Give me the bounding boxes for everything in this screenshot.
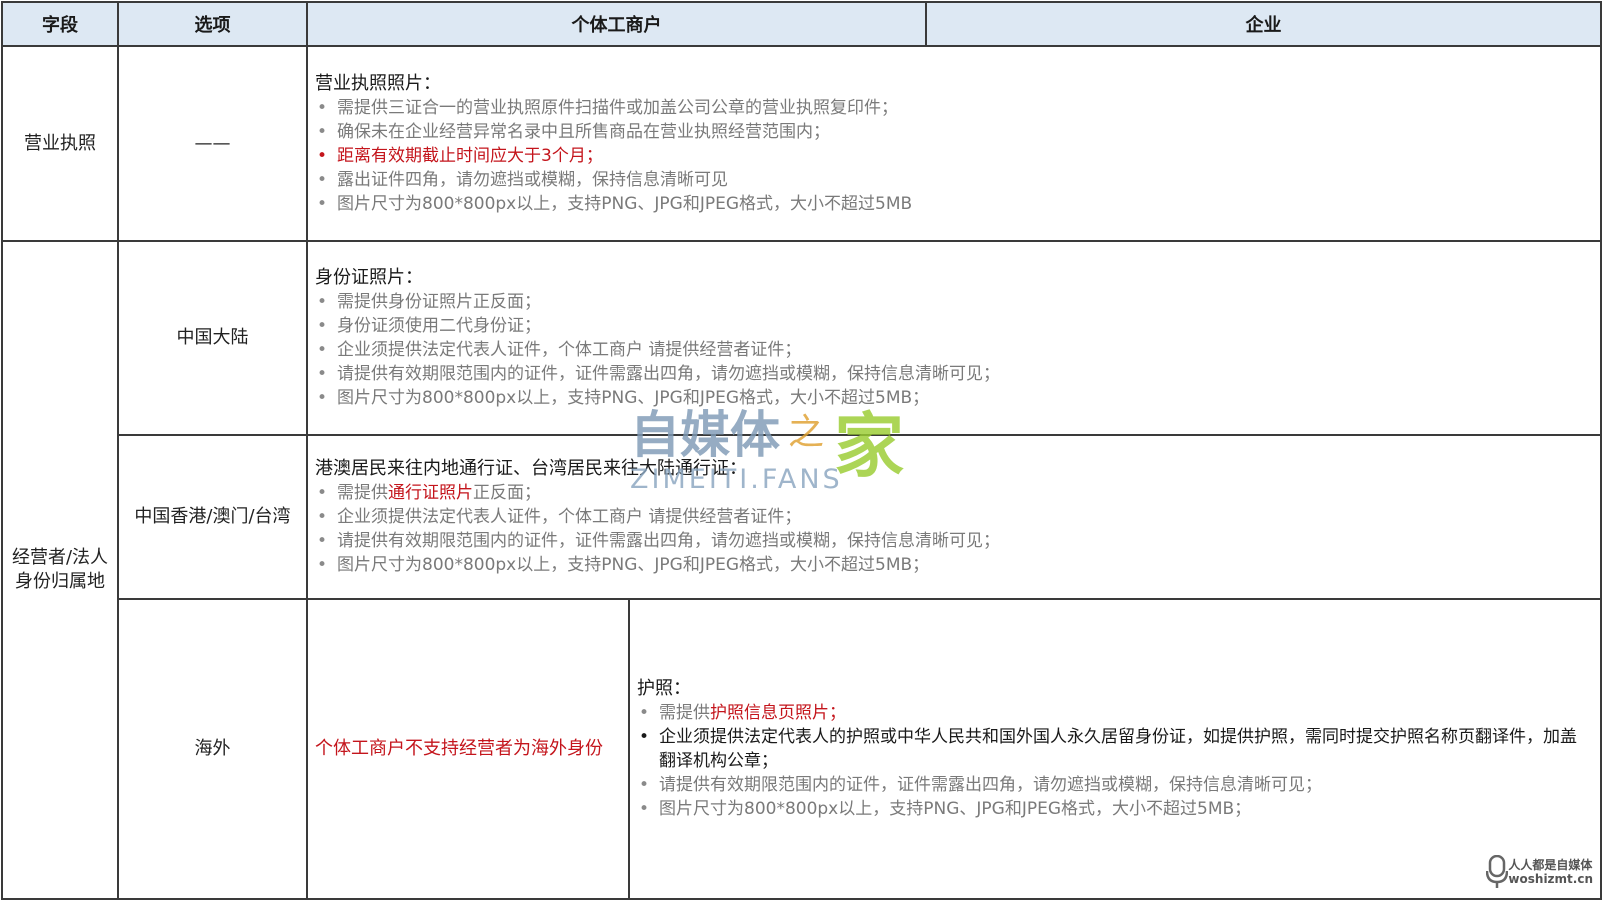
- list-item: 需提供身份证照片正反面；: [315, 290, 1592, 314]
- requirement-list: 需提供护照信息页照片； 企业须提供法定代表人的护照或中华人民共和国外国人永久居留…: [637, 701, 1592, 821]
- field-identity-location: 经营者/法人身份归属地: [1, 240, 119, 900]
- list-item: 图片尺寸为800*800px以上，支持PNG、JPG和JPEG格式，大小不超过5…: [315, 192, 1592, 216]
- list-item: 露出证件四角，请勿遮挡或模糊，保持信息清晰可见: [315, 168, 1592, 192]
- header-field: 字段: [1, 1, 119, 47]
- list-item-pre: 需提供: [659, 703, 710, 723]
- individual-not-supported-notice: 个体工商户不支持经营者为海外身份: [315, 738, 603, 759]
- list-item: 图片尺寸为800*800px以上，支持PNG、JPG和JPEG格式，大小不超过5…: [315, 553, 1592, 577]
- list-item-highlight: 通行证照片: [388, 483, 473, 503]
- list-item-post: 正反面；: [473, 483, 541, 503]
- list-item: 请提供有效期限范围内的证件，证件需露出四角，请勿遮挡或模糊，保持信息清晰可见；: [315, 529, 1592, 553]
- field-business-license: 营业执照: [1, 45, 119, 242]
- list-item: 图片尺寸为800*800px以上，支持PNG、JPG和JPEG格式，大小不超过5…: [315, 386, 1592, 410]
- list-item: 确保未在企业经营异常名录中且所售商品在营业执照经营范围内；: [315, 120, 1592, 144]
- requirement-list: 需提供通行证照片正反面； 企业须提供法定代表人证件，个体工商户 请提供经营者证件…: [315, 481, 1592, 577]
- content-overseas-enterprise: 护照： 需提供护照信息页照片； 企业须提供法定代表人的护照或中华人民共和国外国人…: [628, 598, 1602, 900]
- row-mainland: 经营者/法人身份归属地 中国大陆 身份证照片： 需提供身份证照片正反面； 身份证…: [1, 240, 1602, 900]
- list-item: 图片尺寸为800*800px以上，支持PNG、JPG和JPEG格式，大小不超过5…: [637, 797, 1592, 821]
- list-item: 企业须提供法定代表人证件，个体工商户 请提供经营者证件；: [315, 338, 1592, 362]
- row-hmt: 中国香港/澳门/台湾 港澳居民来往内地通行证、台湾居民来往大陆通行证： 需提供通…: [2, 434, 1602, 600]
- header-individual: 个体工商户: [306, 1, 927, 47]
- list-item: 请提供有效期限范围内的证件，证件需露出四角，请勿遮挡或模糊，保持信息清晰可见；: [315, 362, 1592, 386]
- list-item: 企业须提供法定代表人证件，个体工商户 请提供经营者证件；: [315, 505, 1592, 529]
- row-business-license: 营业执照 —— 营业执照照片： 需提供三证合一的营业执照原件扫描件或加盖公司公章…: [1, 45, 1602, 242]
- header-enterprise: 企业: [925, 1, 1602, 47]
- option-hmt: 中国香港/澳门/台湾: [117, 434, 308, 600]
- content-title: 身份证照片：: [315, 267, 423, 288]
- header-option: 选项: [117, 1, 308, 47]
- requirement-list: 需提供身份证照片正反面； 身份证须使用二代身份证； 企业须提供法定代表人证件，个…: [315, 290, 1592, 410]
- content-overseas-individual: 个体工商户不支持经营者为海外身份: [306, 598, 630, 900]
- content-title: 营业执照照片：: [315, 72, 441, 94]
- list-item: 需提供通行证照片正反面；: [315, 481, 1592, 505]
- header-row: 字段 选项 个体工商户 企业: [1, 1, 1602, 47]
- content-hmt: 港澳居民来往内地通行证、台湾居民来往大陆通行证： 需提供通行证照片正反面； 企业…: [306, 434, 1602, 600]
- requirement-list: 需提供三证合一的营业执照原件扫描件或加盖公司公章的营业执照复印件； 确保未在企业…: [315, 96, 1592, 216]
- option-overseas: 海外: [117, 598, 308, 900]
- list-item: 企业须提供法定代表人的护照或中华人民共和国外国人永久居留身份证，如提供护照，需同…: [637, 725, 1592, 773]
- list-item-pre: 需提供: [337, 483, 388, 503]
- list-item: 需提供护照信息页照片；: [637, 701, 1592, 725]
- option-business-license: ——: [117, 45, 308, 242]
- content-title: 港澳居民来往内地通行证、台湾居民来往大陆通行证：: [315, 458, 747, 479]
- content-business-license: 营业执照照片： 需提供三证合一的营业执照原件扫描件或加盖公司公章的营业执照复印件…: [306, 45, 1602, 242]
- list-item-highlight: 护照信息页照片；: [710, 703, 846, 723]
- content-title: 护照：: [637, 678, 691, 699]
- row-overseas: 海外 个体工商户不支持经营者为海外身份 护照： 需提供护照信息页照片； 企业须提…: [2, 598, 1602, 900]
- content-mainland: 身份证照片： 需提供身份证照片正反面； 身份证须使用二代身份证； 企业须提供法定…: [306, 240, 1602, 436]
- list-item: 身份证须使用二代身份证；: [315, 314, 1592, 338]
- list-item-highlight: 距离有效期截止时间应大于3个月；: [315, 144, 1592, 168]
- list-item: 请提供有效期限范围内的证件，证件需露出四角，请勿遮挡或模糊，保持信息清晰可见；: [637, 773, 1592, 797]
- requirements-table: 字段 选项 个体工商户 企业 营业执照 —— 营业执照照片： 需提供三证合一的营…: [1, 1, 1602, 900]
- list-item: 需提供三证合一的营业执照原件扫描件或加盖公司公章的营业执照复印件；: [315, 96, 1592, 120]
- option-mainland: 中国大陆: [117, 240, 308, 436]
